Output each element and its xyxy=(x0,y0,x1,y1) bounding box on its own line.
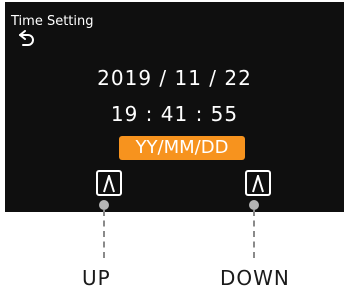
down-callout-dot xyxy=(249,200,259,210)
up-button[interactable] xyxy=(96,170,122,196)
caret-up-icon xyxy=(103,175,115,193)
format-badge[interactable]: YY/MM/DD xyxy=(119,136,245,160)
date-display: 2019 / 11 / 22 xyxy=(97,66,252,90)
screen-title: Time Setting xyxy=(11,14,94,29)
up-callout-line xyxy=(103,210,105,258)
down-label: DOWN xyxy=(220,266,290,290)
up-label: UP xyxy=(82,266,111,290)
up-callout-dot xyxy=(99,200,109,210)
down-button[interactable] xyxy=(245,170,271,196)
caret-up-icon xyxy=(252,175,264,193)
return-arrow-icon xyxy=(19,30,34,46)
back-button[interactable] xyxy=(18,30,36,46)
time-display: 19 : 41 : 55 xyxy=(110,102,239,126)
down-callout-line xyxy=(253,210,255,258)
device-screen: Time Setting 2019 / 11 / 22 19 : 41 : 55… xyxy=(5,2,344,212)
